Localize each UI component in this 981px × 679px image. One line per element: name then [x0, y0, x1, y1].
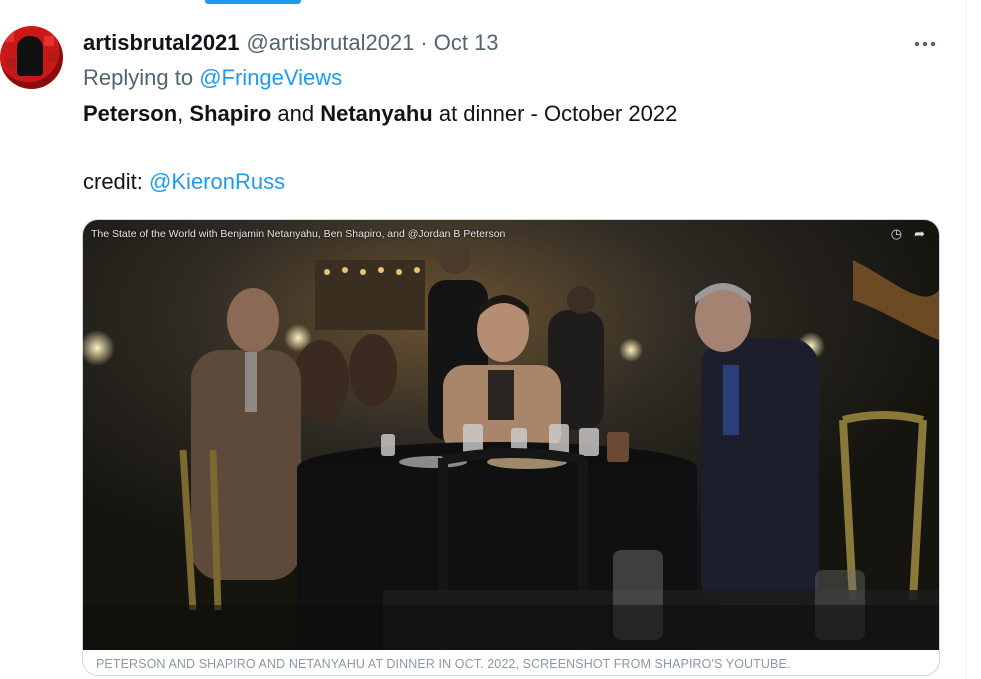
author-name[interactable]: artisbrutal2021	[83, 30, 240, 56]
reply-context: Replying to @FringeViews	[83, 65, 342, 91]
more-horizontal-icon	[914, 41, 936, 47]
reply-to-link[interactable]: @FringeViews	[199, 65, 342, 90]
avatar-figure	[17, 36, 43, 76]
author-handle[interactable]: @artisbrutal2021	[247, 30, 415, 56]
tweet-text-part: ,	[177, 101, 190, 126]
tweet-text-part: and	[271, 101, 321, 126]
active-tab-indicator	[205, 0, 301, 4]
more-icon[interactable]	[910, 30, 940, 58]
tweet-date[interactable]: Oct 13	[434, 30, 499, 56]
tweet-text: Peterson, Shapiro and Netanyahu at dinne…	[83, 101, 677, 127]
media-card[interactable]: The State of the World with Benjamin Net…	[82, 219, 940, 676]
tweet-credit: credit: @KieronRuss	[83, 169, 285, 195]
video-overlay-controls: ◷ ➦	[891, 226, 925, 242]
image-caption: PETERSON AND SHAPIRO AND NETANYAHU AT DI…	[96, 657, 791, 671]
avatar-pattern	[4, 32, 14, 42]
avatar[interactable]	[0, 26, 63, 89]
reply-prefix: Replying to	[83, 65, 194, 90]
column-divider	[966, 0, 967, 679]
watch-later-icon[interactable]: ◷	[891, 226, 902, 242]
tweet-bold-shapiro: Shapiro	[189, 101, 272, 126]
video-title: The State of the World with Benjamin Net…	[91, 228, 506, 240]
tweet-bold-netanyahu: Netanyahu	[320, 101, 433, 126]
video-still-image	[83, 220, 939, 650]
header-separator: ·	[420, 30, 428, 55]
share-icon[interactable]: ➦	[914, 226, 925, 242]
credit-handle-link[interactable]: @KieronRuss	[149, 169, 285, 194]
credit-prefix: credit:	[83, 169, 143, 194]
tweet-text-part: at dinner - October 2022	[432, 101, 678, 126]
tweet-header: artisbrutal2021 @artisbrutal2021 · Oct 1…	[83, 28, 499, 58]
tweet-bold-peterson: Peterson	[83, 101, 178, 126]
